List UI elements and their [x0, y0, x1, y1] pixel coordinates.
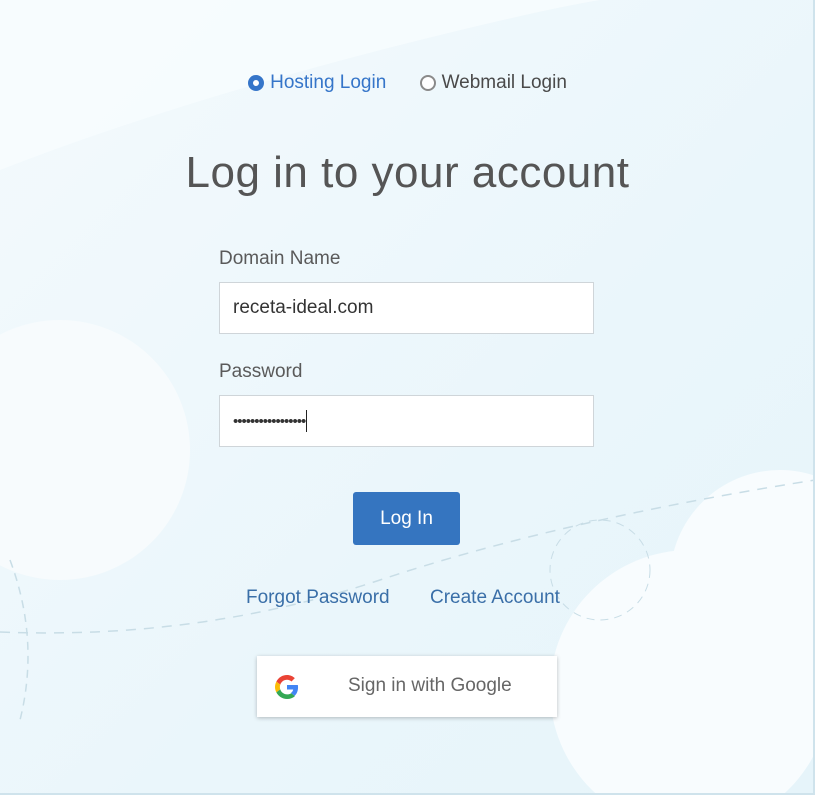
domain-name-value: receta-ideal.com — [233, 297, 374, 318]
domain-name-input[interactable]: receta-ideal.com — [219, 282, 594, 334]
create-account-link[interactable]: Create Account — [430, 587, 560, 609]
google-g-icon — [275, 675, 299, 699]
hosting-login-label: Hosting Login — [270, 72, 387, 93]
webmail-login-radio[interactable]: Webmail Login — [419, 72, 567, 94]
google-button-label: Sign in with Google — [348, 675, 512, 696]
password-value: ••••••••••••••••• — [233, 413, 306, 430]
domain-name-label: Domain Name — [219, 248, 341, 269]
radio-unchecked-icon — [419, 75, 436, 91]
webmail-login-label: Webmail Login — [441, 72, 567, 93]
log-in-button[interactable]: Log In — [353, 492, 460, 545]
login-type-selector: Hosting Login Webmail Login — [0, 72, 815, 97]
hosting-login-radio[interactable]: Hosting Login — [248, 72, 386, 94]
text-caret — [306, 409, 308, 432]
forgot-password-link[interactable]: Forgot Password — [246, 587, 390, 609]
radio-checked-icon — [248, 75, 265, 91]
password-label: Password — [219, 361, 303, 382]
password-input[interactable]: ••••••••••••••••• — [219, 395, 594, 447]
sign-in-with-google-button[interactable]: Sign in with Google — [257, 656, 557, 717]
page-title: Log in to your account — [185, 148, 630, 197]
